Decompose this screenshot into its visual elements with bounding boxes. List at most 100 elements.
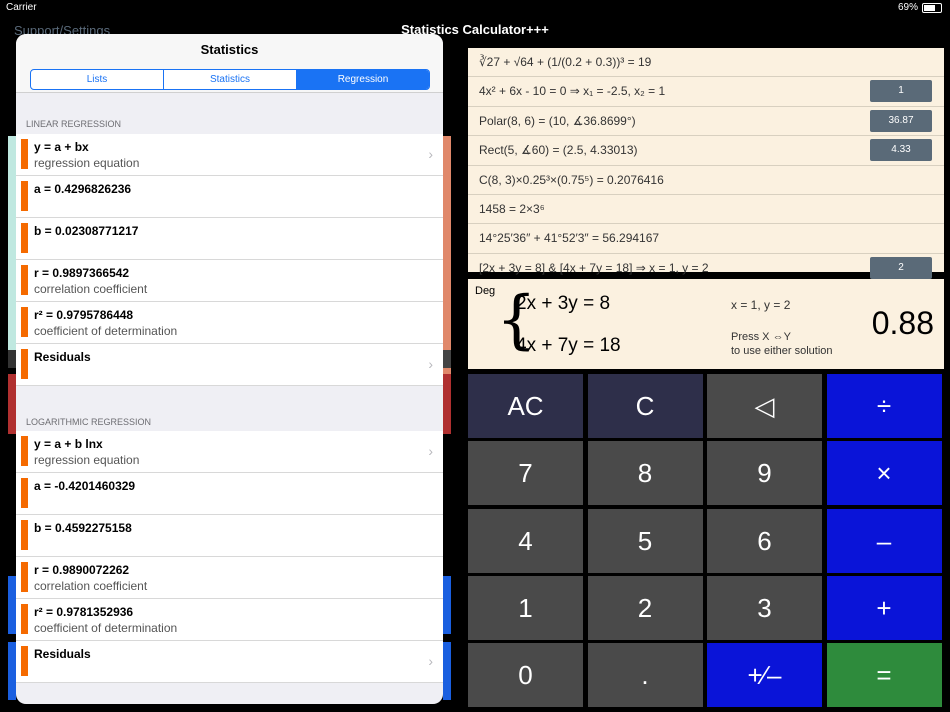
history-recall-button[interactable]: 1 bbox=[870, 80, 932, 103]
bg-dark-strip bbox=[8, 350, 16, 368]
row-color-bar bbox=[21, 265, 28, 295]
row-main-text: r² = 0.9795786448 bbox=[34, 308, 134, 322]
key-ac[interactable]: AC bbox=[468, 374, 583, 438]
history-recall-button[interactable]: 36.87 bbox=[870, 109, 932, 132]
key-8[interactable]: 8 bbox=[587, 441, 703, 506]
regression-row: r² = 0.9795786448 coefficient of determin… bbox=[16, 302, 443, 344]
carrier-label: Carrier bbox=[6, 2, 37, 13]
key-3[interactable]: 3 bbox=[707, 575, 822, 640]
history-text: C(8, 3)×0.25³×(0.75⁵) = 0.2076416 bbox=[479, 172, 664, 187]
row-main-text: a = 0.4296826236 bbox=[34, 182, 132, 196]
regression-row: b = 0.02308771217 bbox=[16, 218, 443, 260]
calculator-display: Deg { 2x + 3y = 8 4x + 7y = 18 x = 1, y … bbox=[468, 279, 944, 369]
history-text: [2x + 3y = 8] & [4x + 7y = 18] ⇒ x = 1, … bbox=[479, 260, 709, 275]
row-color-bar bbox=[21, 223, 28, 253]
key-9[interactable]: 9 bbox=[707, 441, 822, 506]
row-main-text: y = a + b lnx bbox=[34, 437, 103, 451]
battery-percent: 69% bbox=[897, 2, 918, 13]
bg-blue-strip-2 bbox=[8, 642, 16, 700]
bg-dark-strip-right bbox=[443, 350, 451, 368]
key-2[interactable]: 2 bbox=[587, 575, 703, 640]
history-row[interactable]: 1458 = 2×3⁶ bbox=[468, 195, 944, 225]
tab-statistics[interactable]: Statistics bbox=[164, 70, 297, 89]
row-color-bar bbox=[21, 307, 28, 337]
regression-row[interactable]: y = a + b lnx regression equation › bbox=[16, 431, 443, 473]
key-negate[interactable]: +∕– bbox=[707, 643, 822, 708]
angle-mode-label[interactable]: Deg bbox=[475, 285, 495, 297]
key-minus[interactable]: – bbox=[826, 508, 942, 573]
tab-lists[interactable]: Lists bbox=[31, 70, 164, 89]
row-main-text: r = 0.9890072262 bbox=[34, 563, 130, 577]
key-5[interactable]: 5 bbox=[587, 508, 703, 573]
key-0[interactable]: 0 bbox=[468, 643, 583, 708]
row-color-bar bbox=[21, 349, 28, 379]
row-main-text: r = 0.9897366542 bbox=[34, 266, 130, 280]
key-decimal[interactable]: . bbox=[587, 643, 703, 708]
history-text: Rect(5, ∡60) = (2.5, 4.33013) bbox=[479, 143, 638, 158]
popover-header: Statistics Lists Statistics Regression bbox=[16, 34, 443, 93]
key-6[interactable]: 6 bbox=[707, 508, 822, 573]
key-equals[interactable]: = bbox=[826, 643, 942, 708]
history-row[interactable]: Rect(5, ∡60) = (2.5, 4.33013) 4.33 bbox=[468, 136, 944, 166]
row-subtitle: regression equation bbox=[34, 453, 140, 467]
popover-title: Statistics bbox=[200, 42, 259, 57]
row-main-text: r² = 0.9781352936 bbox=[34, 605, 134, 619]
key-plus[interactable]: + bbox=[826, 575, 942, 640]
history-row[interactable]: ∛27 + √64 + (1/(0.2 + 0.3))³ = 19 bbox=[468, 48, 944, 78]
key-divide[interactable]: ÷ bbox=[826, 374, 942, 438]
history-row[interactable]: Polar(8, 6) = (10, ∡36.8699°) 36.87 bbox=[468, 107, 944, 137]
bg-orange-strip bbox=[443, 136, 451, 386]
row-color-bar bbox=[21, 436, 28, 466]
regression-row[interactable]: Residuals › bbox=[16, 641, 443, 683]
bg-blue-strip bbox=[8, 576, 16, 634]
key-4[interactable]: 4 bbox=[468, 508, 583, 573]
row-subtitle: regression equation bbox=[34, 156, 140, 170]
key-7[interactable]: 7 bbox=[468, 441, 583, 506]
regression-row: r = 0.9897366542 correlation coefficient bbox=[16, 260, 443, 302]
status-bar: Carrier 69% bbox=[0, 0, 950, 18]
regression-row[interactable]: Residuals › bbox=[16, 344, 443, 386]
row-subtitle: coefficient of determination bbox=[34, 621, 178, 635]
history-row[interactable]: 14°25′36″ + 41°52′3″ = 56.294167 bbox=[468, 224, 944, 254]
history-recall-button[interactable]: 2 bbox=[870, 256, 932, 279]
row-main-text: y = a + bx bbox=[34, 140, 89, 154]
battery-icon bbox=[922, 2, 942, 13]
bg-blue-strip-right bbox=[443, 576, 451, 634]
history-text: 14°25′36″ + 41°52′3″ = 56.294167 bbox=[479, 231, 660, 246]
regression-row[interactable]: y = a + bx regression equation › bbox=[16, 134, 443, 176]
key-multiply[interactable]: × bbox=[826, 441, 942, 506]
row-color-bar bbox=[21, 604, 28, 634]
chevron-right-icon: › bbox=[428, 146, 433, 162]
statistics-popover: Statistics Lists Statistics Regression L… bbox=[16, 34, 443, 704]
section-header-log: LOGARITHMIC REGRESSION bbox=[26, 417, 152, 427]
tab-regression[interactable]: Regression bbox=[297, 70, 429, 89]
segmented-control: Lists Statistics Regression bbox=[30, 69, 430, 90]
row-subtitle: coefficient of determination bbox=[34, 324, 178, 338]
history-text: 4x² + 6x - 10 = 0 ⇒ x₁ = -2.5, x₂ = 1 bbox=[479, 84, 666, 99]
bg-blue-strip-2-right bbox=[443, 642, 451, 700]
regression-row: a = -0.4201460329 bbox=[16, 473, 443, 515]
row-color-bar bbox=[21, 562, 28, 592]
history-text: 1458 = 2×3⁶ bbox=[479, 201, 545, 216]
row-main-text: Residuals bbox=[34, 647, 91, 661]
chevron-right-icon: › bbox=[428, 653, 433, 669]
hint-line-2: to use either solution bbox=[731, 345, 833, 357]
history-recall-button[interactable]: 4.33 bbox=[870, 139, 932, 162]
equation-2: 4x + 7y = 18 bbox=[516, 335, 621, 356]
key-c[interactable]: C bbox=[587, 374, 703, 438]
history-row[interactable]: C(8, 3)×0.25³×(0.75⁵) = 0.2076416 bbox=[468, 166, 944, 195]
regression-row: a = 0.4296826236 bbox=[16, 176, 443, 218]
key-1[interactable]: 1 bbox=[468, 575, 583, 640]
equation-1: 2x + 3y = 8 bbox=[516, 293, 611, 314]
chevron-right-icon: › bbox=[428, 443, 433, 459]
row-color-bar bbox=[21, 181, 28, 211]
history-text: Polar(8, 6) = (10, ∡36.8699°) bbox=[479, 113, 636, 128]
battery-indicator: 69% bbox=[898, 2, 942, 13]
history-text: ∛27 + √64 + (1/(0.2 + 0.3))³ = 19 bbox=[479, 55, 652, 69]
history-row[interactable]: 4x² + 6x - 10 = 0 ⇒ x₁ = -2.5, x₂ = 1 1 bbox=[468, 77, 944, 107]
regression-row: r = 0.9890072262 correlation coefficient bbox=[16, 557, 443, 599]
row-color-bar bbox=[21, 139, 28, 169]
key-backspace[interactable]: ◁ bbox=[707, 374, 822, 438]
row-main-text: b = 0.02308771217 bbox=[34, 224, 139, 238]
hint-line-1: Press X ⇔Y bbox=[731, 331, 791, 343]
